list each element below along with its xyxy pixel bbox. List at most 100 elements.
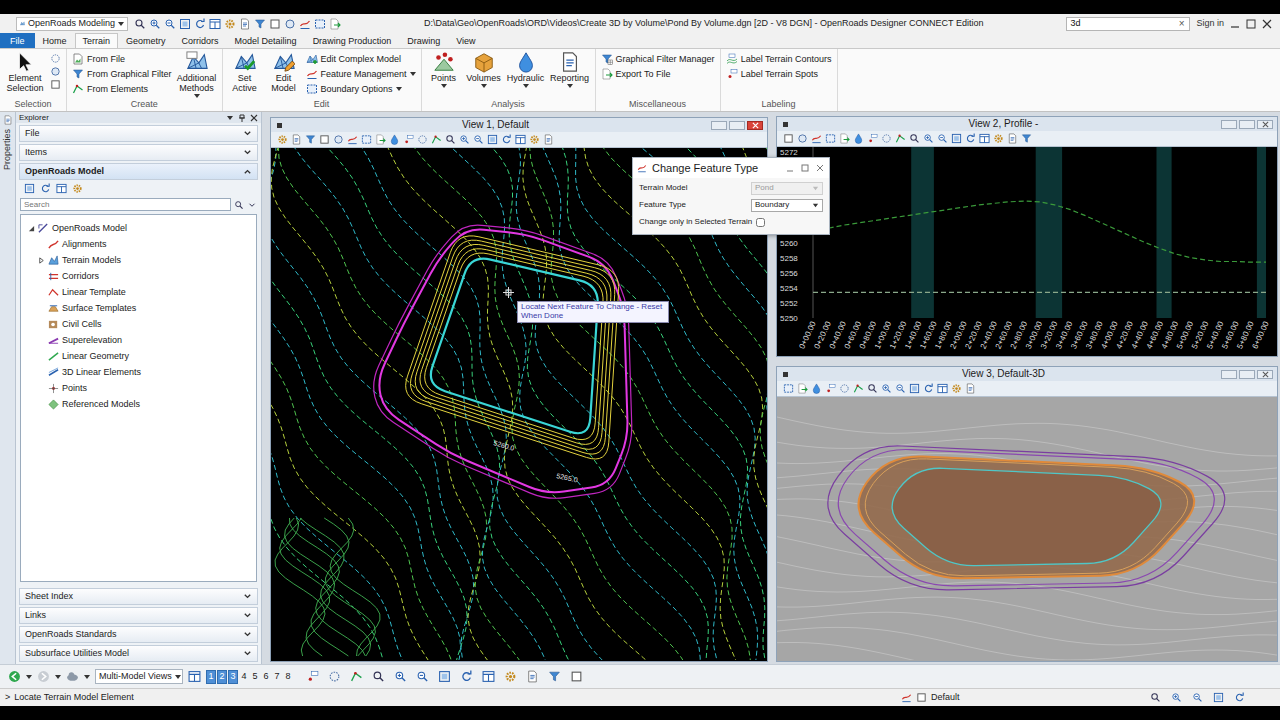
expand-icon[interactable]	[243, 649, 252, 658]
close-button[interactable]	[747, 121, 763, 130]
back-arrow-icon[interactable]	[8, 670, 21, 683]
tool-icon[interactable]	[783, 133, 794, 144]
boundary-options-button[interactable]: Boundary Options	[306, 82, 416, 96]
tree-item[interactable]: OpenRoads Model	[21, 220, 256, 236]
tool-icon[interactable]	[347, 134, 358, 145]
tool-icon[interactable]	[923, 133, 934, 144]
tool-icon[interactable]	[269, 18, 281, 30]
expand-icon[interactable]	[243, 129, 252, 138]
search-input[interactable]	[1070, 18, 1176, 28]
select-mode-icon[interactable]	[50, 66, 61, 77]
ribbon-tab[interactable]: Model Detailing	[227, 33, 305, 48]
model-views-dropdown[interactable]: Multi-Model Views	[95, 669, 183, 684]
tree-arrow[interactable]	[37, 336, 45, 344]
workflow-dropdown[interactable]: OpenRoads Modeling	[16, 17, 128, 31]
forward-arrow-icon[interactable]	[37, 670, 50, 683]
minimize-button[interactable]	[1221, 370, 1237, 379]
tool-icon[interactable]	[361, 134, 372, 145]
close-icon[interactable]	[1262, 19, 1272, 29]
tree-arrow[interactable]	[37, 256, 45, 264]
explorer-section[interactable]: OpenRoads Model	[19, 163, 258, 180]
edit-complex-model-button[interactable]: Edit Complex Model	[306, 52, 416, 66]
maximize-icon[interactable]	[1246, 19, 1256, 29]
tree-item[interactable]: Referenced Models	[21, 396, 256, 412]
tool-icon[interactable]	[333, 134, 344, 145]
view-number-button[interactable]: 5	[250, 670, 260, 684]
view-number-button[interactable]: 8	[283, 670, 293, 684]
tool-icon[interactable]	[1021, 133, 1032, 144]
model-icon[interactable]	[66, 670, 79, 683]
maximize-icon[interactable]	[800, 163, 810, 173]
tool-icon[interactable]	[209, 18, 221, 30]
tree-arrow[interactable]	[37, 320, 45, 328]
tool-icon[interactable]	[853, 383, 864, 394]
tree-item[interactable]: Surface Templates	[21, 300, 256, 316]
options-icon[interactable]	[247, 200, 257, 210]
from-elements-button[interactable]: From Elements	[72, 82, 172, 96]
tree-arrow[interactable]	[37, 272, 45, 280]
tool-icon[interactable]	[134, 18, 146, 30]
set-active-button[interactable]: Set Active	[228, 51, 262, 94]
tree-arrow[interactable]	[37, 352, 45, 360]
snap-icon[interactable]	[901, 692, 912, 703]
tool-icon[interactable]	[416, 670, 429, 683]
tool-icon[interactable]	[825, 133, 836, 144]
tool-icon[interactable]	[299, 18, 311, 30]
ribbon-tab[interactable]: Drawing Production	[305, 33, 400, 48]
explorer-section[interactable]: OpenRoads Standards	[19, 626, 258, 643]
tool-icon[interactable]	[372, 670, 385, 683]
label-spots-button[interactable]: Label Terrain Spots	[726, 67, 832, 81]
tool-icon[interactable]	[825, 383, 836, 394]
tool-icon[interactable]	[951, 383, 962, 394]
explorer-section[interactable]: File	[19, 125, 258, 142]
minimize-icon[interactable]	[1230, 19, 1240, 29]
close-icon[interactable]	[815, 163, 825, 173]
tree-item[interactable]: Corridors	[21, 268, 256, 284]
tool-icon[interactable]	[797, 383, 808, 394]
tool-icon[interactable]	[319, 134, 330, 145]
explorer-section[interactable]: Links	[19, 607, 258, 624]
tool-icon[interactable]	[328, 670, 341, 683]
tool-icon[interactable]	[417, 134, 428, 145]
tool-icon[interactable]	[284, 18, 296, 30]
ribbon-tab[interactable]: Corridors	[174, 33, 227, 48]
tree-arrow[interactable]	[37, 288, 45, 296]
tool-icon[interactable]	[501, 134, 512, 145]
tool-icon[interactable]	[389, 134, 400, 145]
tool-icon[interactable]	[783, 383, 794, 394]
explorer-search[interactable]	[20, 198, 231, 211]
from-graphical-filter-button[interactable]: From Graphical Filter	[72, 67, 172, 81]
hydraulic-button[interactable]: Hydraulic	[507, 51, 545, 88]
tool-icon[interactable]	[504, 670, 517, 683]
feature-management-button[interactable]: Feature Management	[306, 67, 416, 81]
minimize-button[interactable]	[711, 121, 727, 130]
tool-icon[interactable]	[194, 18, 206, 30]
views-icon[interactable]	[188, 670, 201, 683]
tool-icon[interactable]	[291, 134, 302, 145]
tree-arrow[interactable]	[37, 384, 45, 392]
tool-icon[interactable]	[515, 134, 526, 145]
explorer-section[interactable]: Subsurface Utilities Model	[19, 645, 258, 662]
tree-item[interactable]: Alignments	[21, 236, 256, 252]
tree-arrow[interactable]	[37, 400, 45, 408]
selected-terrain-checkbox[interactable]	[756, 218, 765, 227]
ribbon-tab[interactable]: Home	[35, 33, 75, 48]
additional-methods-button[interactable]: Additional Methods	[177, 51, 217, 98]
tool-icon[interactable]	[438, 670, 451, 683]
view-number-button[interactable]: 6	[261, 670, 271, 684]
tree-arrow[interactable]	[37, 304, 45, 312]
close-button[interactable]	[1257, 370, 1273, 379]
view-number-button[interactable]: 1	[206, 670, 216, 684]
tool-icon[interactable]	[487, 134, 498, 145]
search-clear[interactable]: ×	[1177, 18, 1187, 30]
label-contours-button[interactable]: Label Terrain Contours	[726, 52, 832, 66]
element-selection-button[interactable]: Element Selection	[5, 51, 45, 94]
tool-icon[interactable]	[254, 18, 266, 30]
close-icon[interactable]	[250, 114, 258, 122]
tool-icon[interactable]	[164, 18, 176, 30]
tool-icon[interactable]	[965, 133, 976, 144]
tool-icon[interactable]	[797, 133, 808, 144]
tool-icon[interactable]	[993, 133, 1004, 144]
pin-icon[interactable]	[238, 114, 246, 122]
tool-icon[interactable]	[923, 383, 934, 394]
